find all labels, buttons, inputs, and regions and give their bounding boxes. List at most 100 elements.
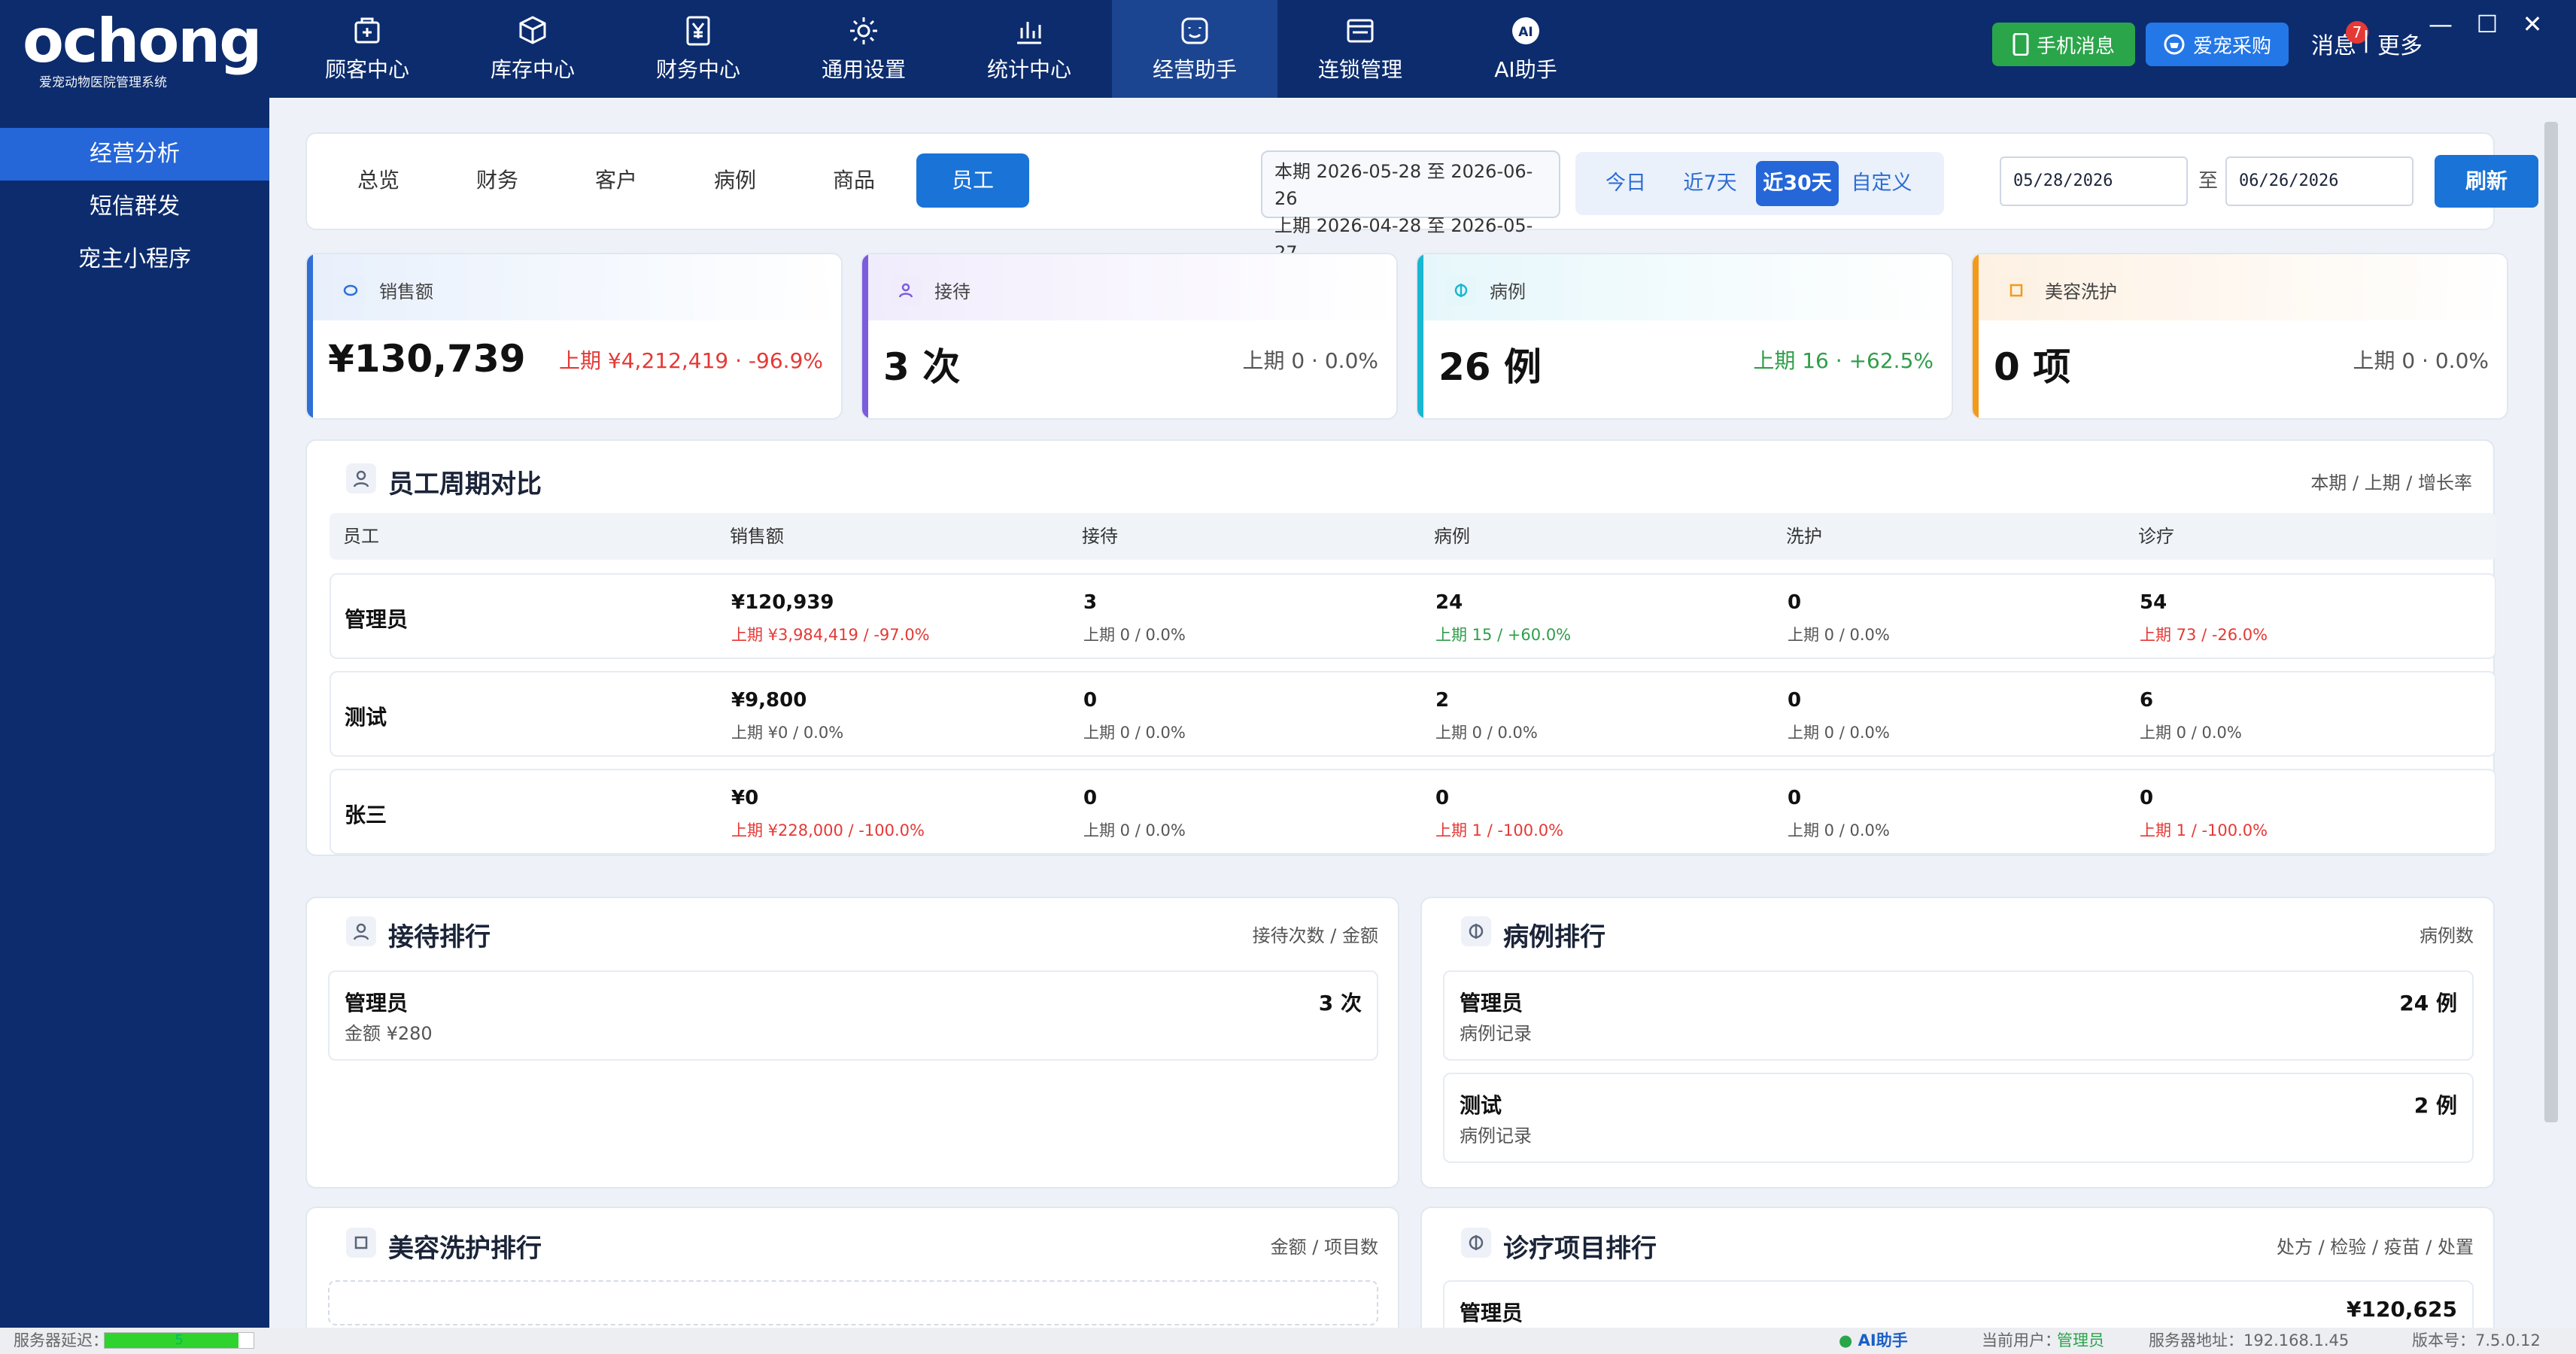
- case-rank-panel: 病例排行 病例数 管理员 病例记录 24 例测试 病例记录 2 例: [1420, 897, 2495, 1189]
- register-icon: [351, 14, 384, 47]
- nav-item-register[interactable]: 顾客中心: [284, 0, 450, 98]
- treatment-rank-hint: 处方 / 检验 / 疫苗 / 处置: [2276, 1237, 2474, 1258]
- metric-card[interactable]: 接待 3 次 上期 0 · 0.0%: [861, 253, 1398, 420]
- app-window: ochong 爱宠动物医院管理系统 顾客中心 库存中心 财务中心 通用设置 统计中心 经营…: [0, 0, 2576, 1354]
- nav-item-ai[interactable]: AI AI助手: [1443, 0, 1608, 98]
- status-bar: 服务器延迟： 5 ● AI助手 当前用户： 管理员 服务器地址：192.168.…: [0, 1328, 2576, 1354]
- maximize-button[interactable]: ☐: [2472, 9, 2502, 39]
- metric-card[interactable]: 病例 26 例 上期 16 · +62.5%: [1416, 253, 1953, 420]
- nav-item-label: 连锁管理: [1317, 57, 1402, 82]
- table-row[interactable]: 测试 ¥9,800 上期 ¥0 / 0.0% 0 上期 0 / 0.0% 2 上期 0 / …: [330, 671, 2496, 757]
- metric-header: 接待: [868, 254, 1396, 320]
- rank-name: 测试: [1460, 1093, 1502, 1118]
- nav-item-yen[interactable]: 财务中心: [615, 0, 781, 98]
- cell-compare-value: 上期 0 / 0.0%: [1435, 724, 1538, 742]
- close-button[interactable]: ✕: [2517, 9, 2547, 39]
- metric-label: 销售额: [379, 281, 433, 302]
- metric-header: 销售额: [313, 254, 841, 320]
- nav-item-gear[interactable]: 通用设置: [781, 0, 946, 98]
- top-bar: ochong 爱宠动物医院管理系统 顾客中心 库存中心 财务中心 通用设置 统计中心 经营…: [0, 0, 2576, 98]
- box-icon: [516, 14, 549, 47]
- staff-name: 测试: [345, 705, 387, 730]
- tab-2[interactable]: 客户: [560, 153, 673, 208]
- reception-rank-item[interactable]: 管理员金额 ¥280 3 次: [328, 970, 1378, 1061]
- table-row[interactable]: 管理员 ¥120,939 上期 ¥3,984,419 / -97.0% 3 上期 0 /…: [330, 573, 2496, 659]
- quick-range-2[interactable]: 近30天: [1756, 161, 1839, 206]
- app-logo: ochong 爱宠动物医院管理系统: [23, 8, 263, 91]
- cell-current-value: 3: [1083, 591, 1098, 614]
- case-rank-item[interactable]: 测试 病例记录 2 例: [1443, 1073, 2474, 1163]
- nav-item-box[interactable]: 库存中心: [450, 0, 615, 98]
- tab-4[interactable]: 商品: [797, 153, 910, 208]
- cart-icon: [2164, 34, 2185, 55]
- sidebar-item[interactable]: 宠主小程序: [0, 233, 269, 286]
- reception-rank-panel: 接待排行 接待次数 / 金额 管理员 金额 ¥280 3 次: [305, 897, 1399, 1189]
- cell-compare-value: 上期 15 / +60.0%: [1435, 626, 1572, 644]
- nav-item-window[interactable]: 连锁管理: [1277, 0, 1443, 98]
- cell-current-value: ¥120,939: [731, 591, 834, 614]
- treatment-rank-panel: 诊疗项目排行 处方 / 检验 / 疫苗 / 处置 管理员 ¥120,625: [1420, 1207, 2495, 1328]
- svg-text:AI: AI: [1518, 25, 1533, 40]
- quick-range-3[interactable]: 自定义: [1840, 161, 1923, 206]
- minimize-button[interactable]: —: [2426, 9, 2456, 39]
- user-icon: [346, 463, 376, 493]
- square-icon: [2001, 275, 2031, 305]
- treatment-rank-value: ¥120,625: [2346, 1297, 2457, 1322]
- sidebar-item[interactable]: 短信群发: [0, 181, 269, 233]
- beauty-rank-panel: 美容洗护排行 金额 / 项目数: [305, 1207, 1399, 1328]
- sidebar-item[interactable]: 经营分析: [0, 128, 269, 181]
- treatment-rank-item[interactable]: 管理员 ¥120,625: [1443, 1280, 2474, 1328]
- phone-message-button[interactable]: 手机消息: [1992, 23, 2135, 66]
- pet-purchase-button[interactable]: 爱宠采购: [2146, 23, 2289, 66]
- quick-range-group: 今日 近7天 近30天 自定义: [1575, 152, 1944, 215]
- metric-card[interactable]: 美容洗护 0 项 上期 0 · 0.0%: [1971, 253, 2508, 420]
- cell-current-value: 0: [1788, 787, 1802, 809]
- ai-status-dot-icon: ●: [1839, 1331, 1853, 1349]
- staff-compare-panel: 员工周期对比 本期 / 上期 / 增长率 员工 销售额 接待 病例 洗护 诊疗 管理员 ¥1…: [305, 439, 2496, 856]
- ai-status-label: AI助手: [1858, 1331, 1908, 1349]
- metric-card[interactable]: 销售额 ¥130,739 上期 ¥4,212,419 · -96.9%: [305, 253, 843, 420]
- treatment-rank-name: 管理员: [1460, 1301, 1523, 1325]
- tab-3[interactable]: 病例: [679, 153, 791, 208]
- cell-compare-value: 上期 0 / 0.0%: [1083, 821, 1186, 839]
- more-link[interactable]: 更多: [2377, 27, 2423, 60]
- reception-rank-hint: 接待次数 / 金额: [1252, 925, 1378, 946]
- tab-1[interactable]: 财务: [441, 153, 554, 208]
- cell-current-value: 6: [2140, 689, 2154, 712]
- date-to-input[interactable]: 06/26/2026: [2225, 156, 2413, 206]
- scrollbar-thumb[interactable]: [2544, 122, 2558, 1122]
- latency-value: 5: [175, 1332, 184, 1348]
- staff-name: 张三: [345, 803, 387, 827]
- nav-item-bar-chart[interactable]: 统计中心: [946, 0, 1112, 98]
- top-separator: |: [2362, 27, 2371, 53]
- nav-item-label: 库存中心: [490, 57, 575, 82]
- window-icon: [1344, 14, 1377, 47]
- table-header-0: 员工: [343, 526, 379, 547]
- ai-assistant-status[interactable]: ● AI助手: [1839, 1328, 1908, 1354]
- metric-accent-bar: [307, 254, 313, 418]
- metric-value: 26 例: [1438, 345, 1542, 389]
- rank-value: 3 次: [1318, 991, 1362, 1016]
- quick-range-0[interactable]: 今日: [1584, 161, 1667, 206]
- nav-item-smile[interactable]: 经营助手: [1112, 0, 1277, 98]
- vertical-scrollbar[interactable]: [2540, 117, 2562, 1325]
- tab-0[interactable]: 总览: [322, 153, 435, 208]
- metric-compare: 上期 0 · 0.0%: [2353, 348, 2489, 373]
- staff-compare-title: 员工周期对比: [388, 469, 542, 499]
- version-number: 版本号：7.5.0.12: [2412, 1331, 2541, 1349]
- case-rank-item[interactable]: 管理员 病例记录 24 例: [1443, 970, 2474, 1061]
- date-from-input[interactable]: 05/28/2026: [2000, 156, 2188, 206]
- tab-5[interactable]: 员工: [916, 153, 1029, 208]
- table-row[interactable]: 张三 ¥0 上期 ¥228,000 / -100.0% 0 上期 0 / 0.0% 0 上期…: [330, 769, 2496, 855]
- cell-compare-value: 上期 0 / 0.0%: [2140, 724, 2242, 742]
- quick-range-1[interactable]: 近7天: [1669, 161, 1751, 206]
- metric-accent-bar: [1973, 254, 1979, 418]
- rank-sub: 金额 ¥280: [345, 1023, 433, 1044]
- rank-name: 管理员: [345, 991, 409, 1016]
- phi-icon: [1446, 275, 1476, 305]
- logo-subtitle: 爱宠动物医院管理系统: [39, 75, 167, 90]
- rank-name: 管理员: [1460, 991, 1523, 1016]
- metric-value: 3 次: [883, 345, 961, 389]
- refresh-button[interactable]: 刷新: [2435, 155, 2538, 208]
- table-header-1: 销售额: [730, 526, 784, 547]
